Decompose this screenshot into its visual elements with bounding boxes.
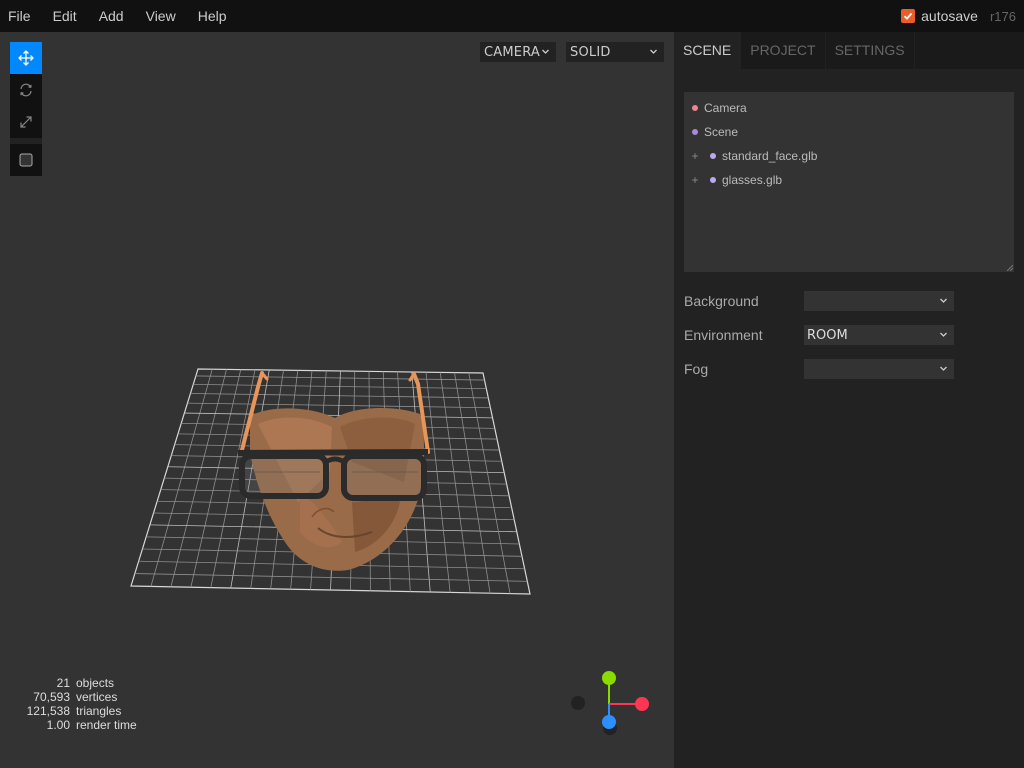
- menu-add[interactable]: Add: [88, 0, 135, 32]
- fog-label: Fog: [684, 361, 709, 377]
- info-value: 1.00: [46, 718, 70, 732]
- background-label: Background: [684, 293, 759, 309]
- info-label: objects: [76, 676, 115, 690]
- translate-button[interactable]: [10, 42, 42, 74]
- axes-view-helper[interactable]: [571, 671, 649, 735]
- menu-edit[interactable]: Edit: [42, 0, 88, 32]
- scale-arrows-icon: [20, 116, 32, 128]
- axis-x-icon: [635, 697, 649, 711]
- local-space-toggle[interactable]: [10, 144, 42, 176]
- menubar: File Edit Add View Help autosave r176: [0, 0, 1024, 32]
- checkmark-icon: [904, 12, 913, 20]
- outliner-item-standard-face[interactable]: + standard_face.glb: [684, 144, 1014, 168]
- info-value: 70,593: [33, 690, 70, 704]
- environment-label: Environment: [684, 327, 763, 343]
- fog-row: Fog: [684, 358, 954, 380]
- move-arrows-icon: [18, 50, 34, 66]
- menu-help[interactable]: Help: [187, 0, 238, 32]
- info-vertices: 70,593 vertices: [10, 690, 137, 704]
- environment-select-value: ROOM: [807, 327, 848, 343]
- menu-file[interactable]: File: [0, 0, 42, 32]
- render-info: 21 objects 70,593 vertices 121,538 triangle…: [10, 676, 137, 732]
- tab-settings[interactable]: SETTINGS: [826, 32, 915, 69]
- scene-outliner[interactable]: Camera Scene + standard_face.glb + glass…: [684, 92, 1014, 272]
- info-label: triangles: [76, 704, 122, 718]
- menubar-right: autosave r176: [901, 0, 1016, 32]
- resize-grip-icon[interactable]: [1007, 265, 1013, 271]
- chevron-down-icon: [940, 332, 947, 337]
- info-value: 121,538: [26, 704, 70, 718]
- info-triangles: 121,538 triangles: [10, 704, 137, 718]
- chevron-down-icon: [940, 366, 947, 371]
- outliner-label: glasses.glb: [722, 173, 783, 187]
- chevron-down-icon: [542, 49, 549, 54]
- autosave-label: autosave: [921, 8, 978, 24]
- viewport[interactable]: CAMERA SOLID 21 objects 70,593 vertices 12…: [0, 32, 674, 768]
- background-row: Background: [684, 290, 954, 312]
- scale-button[interactable]: [10, 106, 42, 138]
- tab-project[interactable]: PROJECT: [741, 32, 826, 69]
- menu-view[interactable]: View: [135, 0, 187, 32]
- info-render-time: 1.00 render time: [10, 718, 137, 732]
- axis-y-icon: [602, 671, 616, 685]
- tab-scene[interactable]: SCENE: [674, 32, 742, 69]
- fog-select[interactable]: [804, 359, 954, 379]
- outliner-item-camera[interactable]: Camera: [684, 96, 1014, 120]
- camera-dot-icon: [692, 105, 698, 111]
- info-label: vertices: [76, 690, 118, 704]
- expand-icon[interactable]: +: [688, 173, 702, 187]
- autosave-checkbox[interactable]: [901, 9, 916, 23]
- info-label: render time: [76, 718, 137, 732]
- axis-z-icon: [602, 715, 616, 729]
- checkbox-icon: [19, 153, 33, 167]
- info-objects: 21 objects: [10, 676, 137, 690]
- expand-icon[interactable]: +: [688, 149, 702, 163]
- rotate-button[interactable]: [10, 74, 42, 106]
- object-dot-icon: [710, 177, 716, 183]
- info-value: 21: [56, 676, 70, 690]
- revision-label: r176: [989, 8, 1016, 24]
- outliner-label: Camera: [704, 101, 747, 115]
- sidebar-tabs: SCENE PROJECT SETTINGS: [674, 32, 1024, 69]
- outliner-label: standard_face.glb: [722, 149, 818, 163]
- environment-select[interactable]: ROOM: [804, 325, 954, 345]
- chevron-down-icon: [650, 49, 657, 54]
- camera-select[interactable]: CAMERA: [480, 42, 556, 62]
- shading-select-value: SOLID: [570, 44, 611, 60]
- scene-canvas[interactable]: [0, 32, 674, 768]
- outliner-label: Scene: [704, 125, 739, 139]
- chevron-down-icon: [940, 298, 947, 303]
- background-select[interactable]: [804, 291, 954, 311]
- camera-select-value: CAMERA: [484, 44, 540, 60]
- sidebar: SCENE PROJECT SETTINGS Camera Scene + st…: [674, 32, 1024, 768]
- transform-toolbar: [10, 42, 42, 176]
- environment-row: Environment ROOM: [684, 324, 954, 346]
- shading-select[interactable]: SOLID: [566, 42, 664, 62]
- scene-dot-icon: [692, 129, 698, 135]
- outliner-item-glasses[interactable]: + glasses.glb: [684, 168, 1014, 192]
- outliner-item-scene[interactable]: Scene: [684, 120, 1014, 144]
- object-dot-icon: [710, 153, 716, 159]
- rotate-icon: [20, 83, 32, 97]
